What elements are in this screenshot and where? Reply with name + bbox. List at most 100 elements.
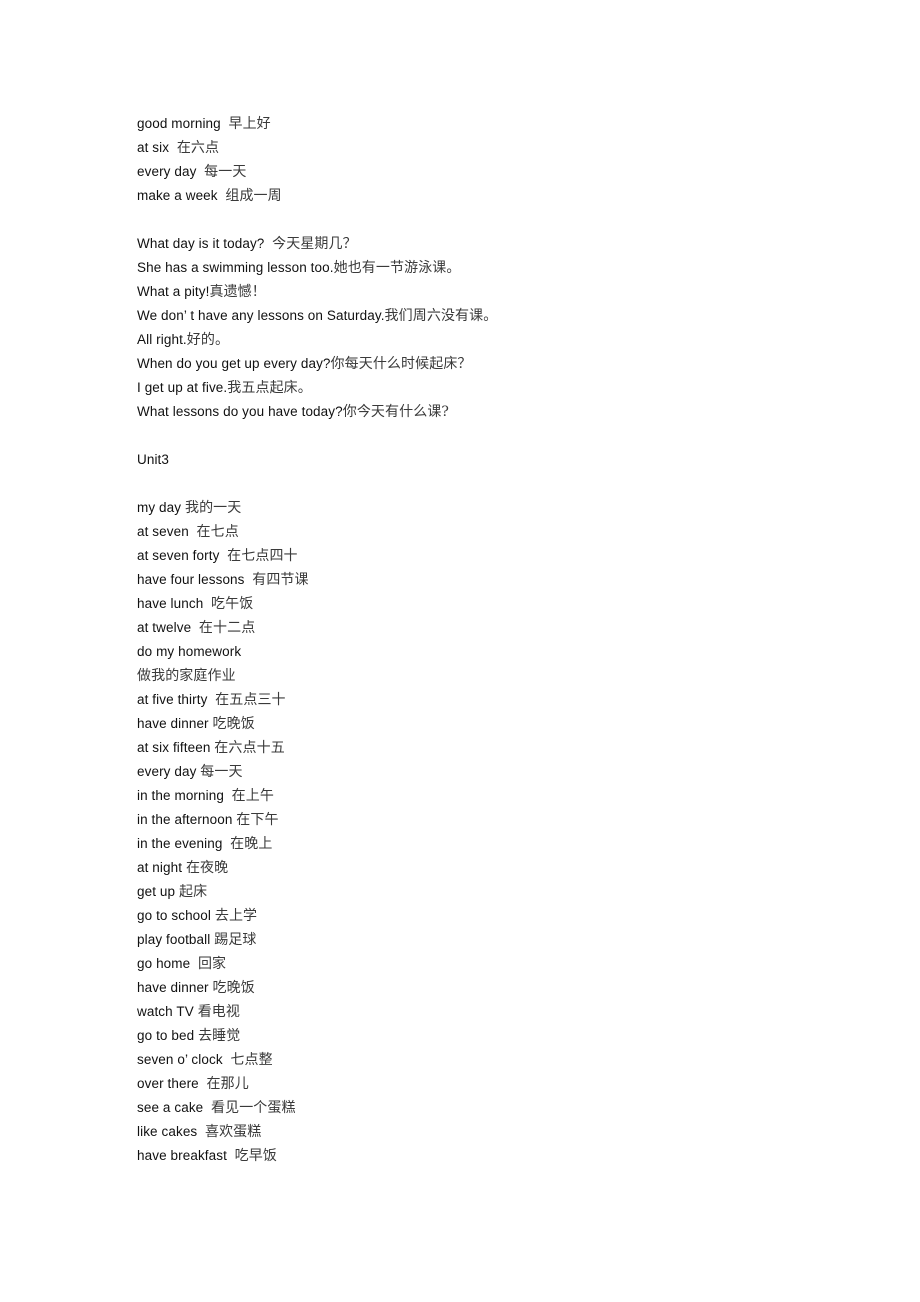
english-term: have four lessons xyxy=(137,572,245,587)
text-line: over there 在那儿 xyxy=(137,1072,880,1096)
unit-heading-block: Unit3 xyxy=(137,448,880,472)
chinese-gloss: 在六点 xyxy=(176,140,220,156)
text-line: like cakes 喜欢蛋糕 xyxy=(137,1120,880,1144)
chinese-gloss: 吃晚饭 xyxy=(212,716,255,732)
text-line: What a pity!真遗憾！ xyxy=(137,280,880,304)
chinese-gloss: 起床 xyxy=(179,884,208,900)
text-line: We don’ t have any lessons on Saturday.我… xyxy=(137,304,880,328)
text-line: at night 在夜晚 xyxy=(137,856,880,880)
english-term: go to bed xyxy=(137,1028,195,1043)
chinese-gloss: 在上午 xyxy=(231,788,274,804)
text-line: do my homework xyxy=(137,640,880,664)
english-term: What a pity! xyxy=(137,284,210,299)
chinese-gloss: 在七点四十 xyxy=(227,548,298,564)
english-term: Unit3 xyxy=(137,452,170,467)
english-term: at night xyxy=(137,860,183,875)
text-line: have breakfast 吃早饭 xyxy=(137,1144,880,1168)
text-line: go home 回家 xyxy=(137,952,880,976)
chinese-gloss: 在七点 xyxy=(196,524,239,540)
text-line: in the evening 在晚上 xyxy=(137,832,880,856)
text-line: play football 踢足球 xyxy=(137,928,880,952)
chinese-gloss: 我五点起床。 xyxy=(227,380,312,396)
text-line: at six fifteen 在六点十五 xyxy=(137,736,880,760)
text-line: I get up at five.我五点起床。 xyxy=(137,376,880,400)
english-term: We don’ t have any lessons on Saturday. xyxy=(137,308,385,323)
text-line: have four lessons 有四节课 xyxy=(137,568,880,592)
english-term: I get up at five. xyxy=(137,380,228,395)
english-term: do my homework xyxy=(137,644,242,659)
english-term: have dinner xyxy=(137,716,209,731)
text-line: at five thirty 在五点三十 xyxy=(137,688,880,712)
chinese-gloss: 做我的家庭作业 xyxy=(137,668,236,684)
english-term: at six fifteen xyxy=(137,740,211,755)
text-line: at six 在六点 xyxy=(137,136,880,160)
english-term: at seven xyxy=(137,524,189,539)
english-term: get up xyxy=(137,884,176,899)
text-line: All right.好的。 xyxy=(137,328,880,352)
chinese-gloss: 吃早饭 xyxy=(234,1148,277,1164)
english-term: have breakfast xyxy=(137,1148,227,1163)
vocabulary-block-unit3: my day 我的一天 at seven 在七点 at seven forty 在七… xyxy=(137,496,880,1168)
vocabulary-block-unit2: good morning 早上好 at six 在六点 every day 每一天 m… xyxy=(137,112,880,208)
english-term: every day xyxy=(137,164,197,179)
english-term: good morning xyxy=(137,116,221,131)
english-term: go home xyxy=(137,956,191,971)
english-term: play football xyxy=(137,932,211,947)
text-line: in the morning 在上午 xyxy=(137,784,880,808)
chinese-gloss: 有四节课 xyxy=(252,572,309,588)
text-line: go to bed 去睡觉 xyxy=(137,1024,880,1048)
chinese-gloss: 踢足球 xyxy=(214,932,257,948)
english-term: seven o’ clock xyxy=(137,1052,223,1067)
english-term: at twelve xyxy=(137,620,192,635)
chinese-gloss: 在五点三十 xyxy=(215,692,286,708)
text-line: get up 起床 xyxy=(137,880,880,904)
english-term: at seven forty xyxy=(137,548,220,563)
english-term: have lunch xyxy=(137,596,204,611)
text-line: have dinner 吃晚饭 xyxy=(137,976,880,1000)
document-text-content: good morning 早上好 at six 在六点 every day 每一天 m… xyxy=(137,112,880,1168)
chinese-gloss: 我的一天 xyxy=(184,500,242,516)
chinese-gloss: 去上学 xyxy=(214,908,258,924)
text-line: at seven 在七点 xyxy=(137,520,880,544)
english-term: my day xyxy=(137,500,182,515)
document-page: good morning 早上好 at six 在六点 every day 每一天 m… xyxy=(0,0,920,1302)
chinese-gloss: 真遗憾！ xyxy=(209,284,266,300)
text-line: at twelve 在十二点 xyxy=(137,616,880,640)
english-term: at six xyxy=(137,140,170,155)
english-term: watch TV xyxy=(137,1004,194,1019)
text-line: When do you get up every day?你每天什么时候起床？ xyxy=(137,352,880,376)
text-line: seven o’ clock 七点整 xyxy=(137,1048,880,1072)
text-line: see a cake 看见一个蛋糕 xyxy=(137,1096,880,1120)
sentence-block-unit2: What day is it today? 今天星期几？ She has a sw… xyxy=(137,232,880,424)
chinese-gloss: 在那儿 xyxy=(206,1076,249,1092)
chinese-gloss: 我们周六没有课。 xyxy=(384,308,498,324)
chinese-gloss: 在晚上 xyxy=(230,836,273,852)
english-term: When do you get up every day? xyxy=(137,356,331,371)
chinese-gloss: 每一天 xyxy=(200,764,243,780)
chinese-gloss: 在十二点 xyxy=(198,620,256,636)
english-term: at five thirty xyxy=(137,692,208,707)
chinese-gloss: 你今天有什么课? xyxy=(342,404,450,420)
chinese-gloss: 组成一周 xyxy=(225,188,282,204)
chinese-gloss: 回家 xyxy=(197,956,227,972)
chinese-gloss: 在夜晚 xyxy=(185,860,229,876)
chinese-gloss: 吃晚饭 xyxy=(212,980,255,996)
chinese-gloss: 早上好 xyxy=(228,116,271,132)
text-line: What lessons do you have today?你今天有什么课? xyxy=(137,400,880,424)
chinese-gloss: 你每天什么时候起床？ xyxy=(330,356,472,372)
chinese-gloss: 今天星期几？ xyxy=(272,236,357,252)
english-term: have dinner xyxy=(137,980,209,995)
text-line: every day 每一天 xyxy=(137,760,880,784)
text-line: at seven forty 在七点四十 xyxy=(137,544,880,568)
text-line: my day 我的一天 xyxy=(137,496,880,520)
text-line: Unit3 xyxy=(137,448,880,472)
english-term: go to school xyxy=(137,908,211,923)
english-term: see a cake xyxy=(137,1100,204,1115)
chinese-gloss: 喜欢蛋糕 xyxy=(204,1124,262,1140)
chinese-gloss: 她也有一节游泳课。 xyxy=(333,260,461,276)
english-term: in the afternoon xyxy=(137,812,233,827)
english-term: in the morning xyxy=(137,788,224,803)
chinese-gloss: 七点整 xyxy=(230,1052,273,1068)
text-line: She has a swimming lesson too.她也有一节游泳课。 xyxy=(137,256,880,280)
chinese-gloss: 在下午 xyxy=(236,812,279,828)
